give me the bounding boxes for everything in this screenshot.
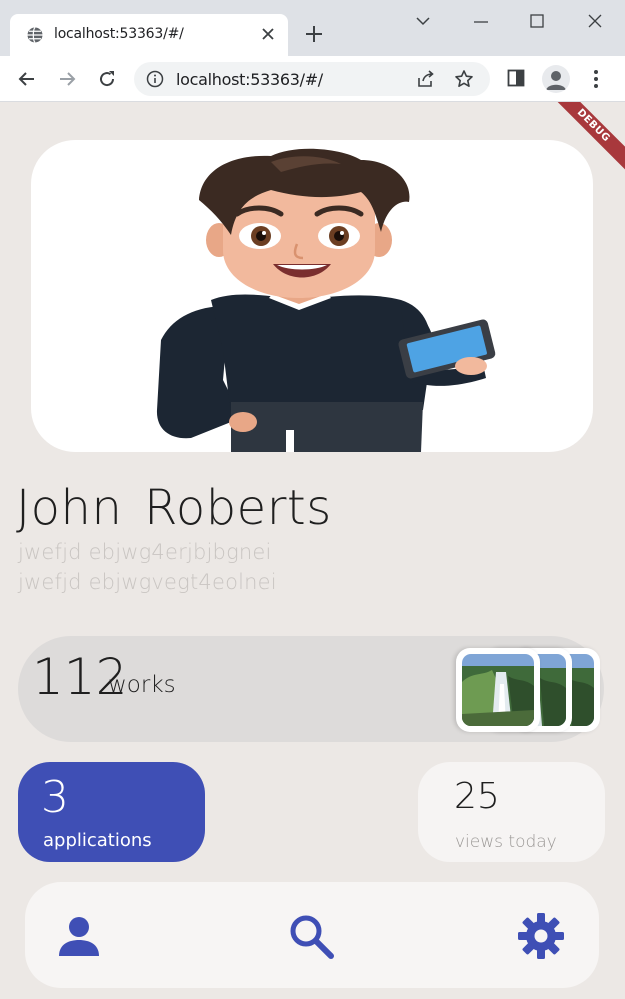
url-text[interactable]: localhost:53363/#/ — [176, 70, 323, 89]
info-icon[interactable] — [146, 70, 164, 88]
side-panel-icon[interactable] — [506, 68, 526, 88]
views-label: views today — [455, 832, 557, 852]
profile-icon[interactable] — [542, 65, 570, 93]
applications-count: 3 — [41, 772, 69, 823]
profile-subtitle-2: jwefjd ebjwgvegt4eolnei — [18, 570, 277, 594]
avatar-card — [31, 140, 593, 452]
tab-title: localhost:53363/#/ — [54, 26, 184, 42]
forward-icon[interactable] — [56, 68, 78, 90]
back-icon[interactable] — [16, 68, 38, 90]
share-icon[interactable] — [416, 69, 436, 89]
views-card[interactable]: 25 views today — [418, 762, 605, 862]
more-icon[interactable] — [586, 68, 606, 90]
app-body: DEBUG John Roberts jwefjd ebjwg4erjbjbgn… — [0, 102, 625, 999]
bottom-navigation — [25, 882, 599, 988]
waterfall-image — [462, 654, 534, 726]
profile-subtitle-1: jwefjd ebjwg4erjbjbgnei — [18, 540, 272, 564]
works-card[interactable]: 112 works — [18, 636, 604, 742]
address-bar[interactable]: localhost:53363/#/ — [134, 62, 490, 96]
maximize-icon[interactable] — [528, 12, 546, 30]
works-label: works — [108, 672, 176, 698]
applications-label: applications — [43, 830, 152, 851]
close-window-icon[interactable] — [586, 12, 604, 30]
views-count: 25 — [454, 776, 500, 817]
plus-icon[interactable] — [304, 24, 324, 44]
chevron-down-icon[interactable] — [414, 12, 432, 30]
star-icon[interactable] — [454, 69, 474, 89]
globe-icon — [27, 27, 43, 43]
applications-card[interactable]: 3 applications — [18, 762, 205, 862]
browser-tab[interactable]: localhost:53363/#/ — [10, 14, 288, 56]
profile-name: John Roberts — [16, 480, 332, 536]
browser-tabstrip: localhost:53363/#/ — [0, 0, 625, 56]
reload-icon[interactable] — [96, 68, 118, 90]
search-icon[interactable] — [287, 912, 335, 960]
person-icon[interactable] — [55, 912, 103, 960]
work-thumbnail[interactable] — [456, 648, 540, 732]
avatar — [156, 148, 496, 452]
settings-icon[interactable] — [517, 912, 565, 960]
browser-toolbar: localhost:53363/#/ — [0, 56, 625, 102]
close-icon[interactable] — [260, 26, 276, 42]
minimize-icon[interactable] — [472, 12, 490, 30]
